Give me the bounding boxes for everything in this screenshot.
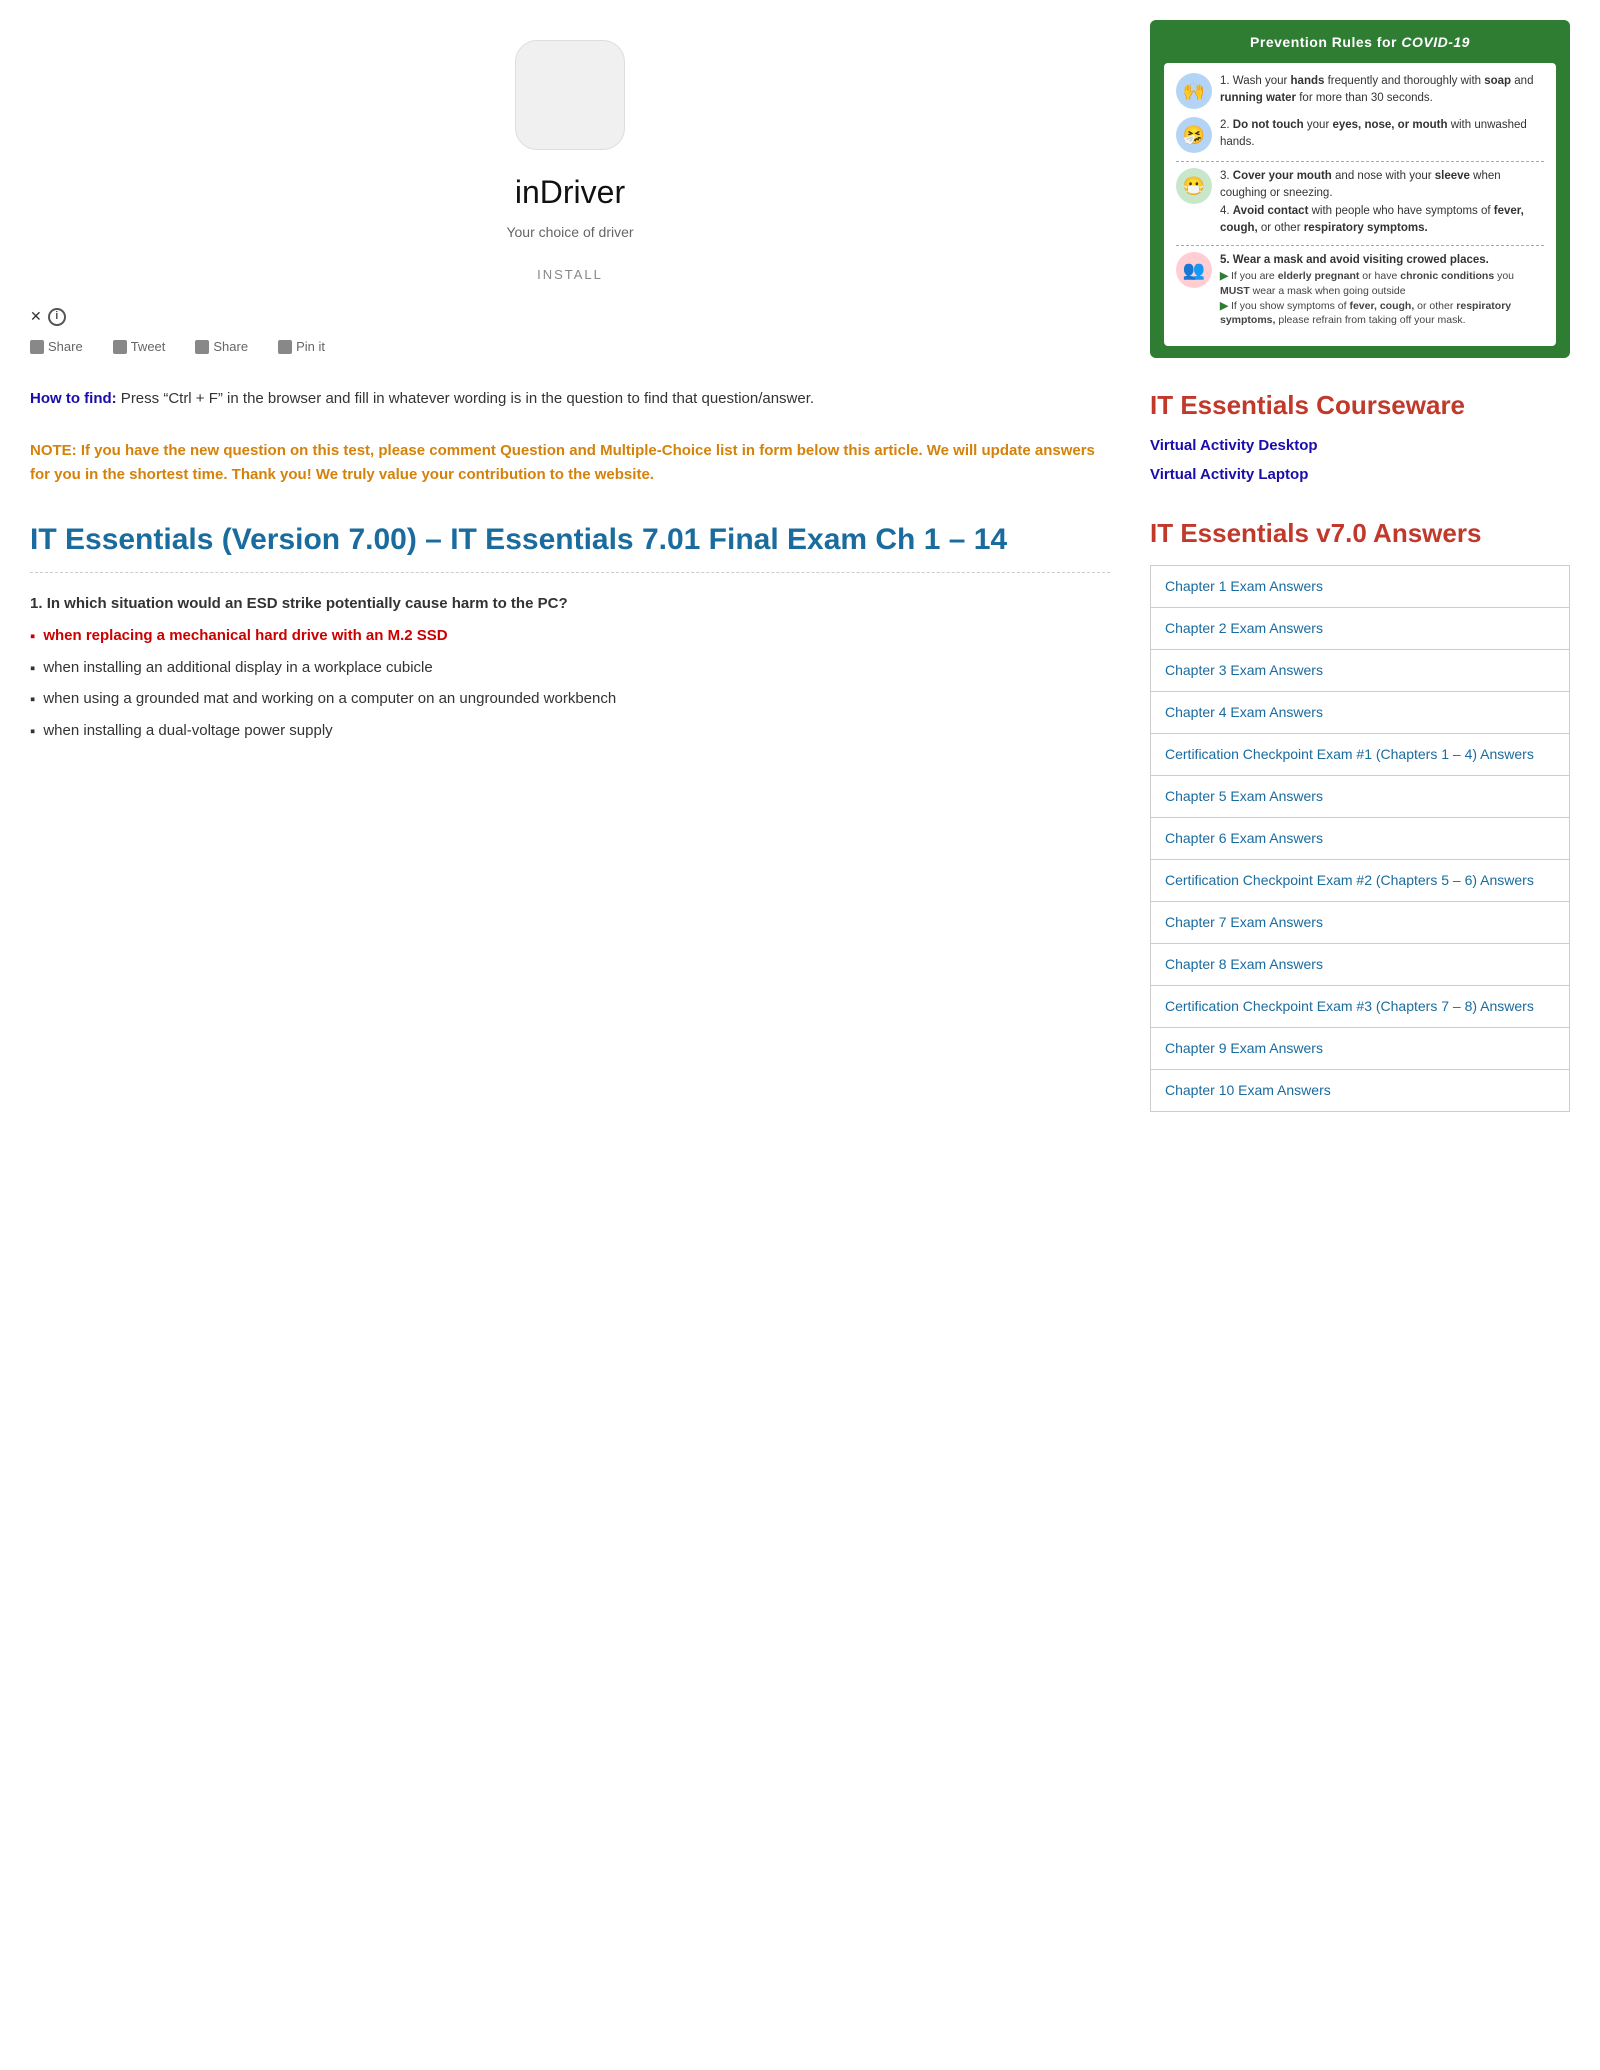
answer-1-3: when using a grounded mat and working on… [30,688,1110,712]
share-facebook-label: Share [48,337,83,357]
chapter-link-11[interactable]: Certification Checkpoint Exam #3 (Chapte… [1151,986,1570,1028]
covid-card: Prevention Rules for COVID-19 🙌 1. Wash … [1150,20,1570,358]
covid-rule-5: 👥 5. Wear a mask and avoid visiting crow… [1176,252,1544,328]
chapter-link-12[interactable]: Chapter 9 Exam Answers [1151,1028,1570,1070]
question-1-text: 1. In which situation would an ESD strik… [30,593,1110,616]
covid-rules: 🙌 1. Wash your hands frequently and thor… [1164,63,1556,346]
how-to-find-text: Press “Ctrl + F” in the browser and fill… [117,390,814,407]
share-linkedin-label: Share [213,337,248,357]
chapter-link-6[interactable]: Chapter 5 Exam Answers [1151,776,1570,818]
close-icon[interactable]: ✕ [30,306,42,327]
install-button[interactable]: INSTALL [537,267,603,282]
virtual-activity-desktop-link[interactable]: Virtual Activity Desktop [1150,435,1570,458]
info-icon[interactable]: i [48,308,66,326]
pinterest-icon [278,340,292,354]
answer-1-1-text: when replacing a mechanical hard drive w… [43,625,447,648]
covid-rule-2-text: 2. Do not touch your eyes, nose, or mout… [1220,117,1544,152]
share-twitter[interactable]: Tweet [113,337,166,357]
virtual-activity-laptop-link[interactable]: Virtual Activity Laptop [1150,464,1570,487]
app-card: inDriver Your choice of driver INSTALL [30,20,1110,306]
social-row: Share Tweet Share Pin it [30,337,1110,357]
answer-1-1: when replacing a mechanical hard drive w… [30,625,1110,649]
answer-1-2: when installing an additional display in… [30,657,1110,681]
twitter-icon [113,340,127,354]
chapter-link-2[interactable]: Chapter 2 Exam Answers [1151,608,1570,650]
question-1: 1. In which situation would an ESD strik… [30,593,1110,744]
note-block: NOTE: If you have the new question on th… [30,439,1110,487]
how-to-find-block: How to find: Press “Ctrl + F” in the bro… [30,387,1110,411]
covid-rule-2-img: 🤧 [1176,117,1212,153]
app-icon [515,40,625,150]
share-pinterest-label: Pin it [296,337,325,357]
app-name: inDriver [515,168,625,216]
share-linkedin[interactable]: Share [195,337,248,357]
covid-highlight: COVID-19 [1401,34,1470,50]
answers-title: IT Essentials v7.0 Answers [1150,514,1570,553]
share-twitter-label: Tweet [131,337,166,357]
chapter-link-10[interactable]: Chapter 8 Exam Answers [1151,944,1570,986]
answer-1-3-text: when using a grounded mat and working on… [43,688,616,711]
answer-1-4-text: when installing a dual-voltage power sup… [43,720,332,743]
covid-rule-2: 🤧 2. Do not touch your eyes, nose, or mo… [1176,117,1544,153]
covid-rule-1-text: 1. Wash your hands frequently and thorou… [1220,73,1544,108]
chapter-link-3[interactable]: Chapter 3 Exam Answers [1151,650,1570,692]
chapter-link-8[interactable]: Certification Checkpoint Exam #2 (Chapte… [1151,860,1570,902]
covid-rule-3-img: 😷 [1176,168,1212,204]
right-column: Prevention Rules for COVID-19 🙌 1. Wash … [1150,20,1570,1112]
covid-rule-1: 🙌 1. Wash your hands frequently and thor… [1176,73,1544,109]
covid-note: ▶ If you are elderly pregnant or have ch… [1220,269,1544,328]
covid-rule-1-img: 🙌 [1176,73,1212,109]
answers-section: IT Essentials v7.0 Answers Chapter 1 Exa… [1150,514,1570,1112]
app-tagline: Your choice of driver [506,222,633,243]
courseware-section: IT Essentials Courseware Virtual Activit… [1150,386,1570,486]
answer-1-2-text: when installing an additional display in… [43,657,432,680]
left-column: inDriver Your choice of driver INSTALL ✕… [30,20,1110,1112]
covid-rule-5-text: 5. Wear a mask and avoid visiting crowed… [1220,252,1544,328]
facebook-icon [30,340,44,354]
close-info-row: ✕ i [30,306,1110,327]
covid-rule-3: 😷 3. Cover your mouth and nose with your… [1176,168,1544,237]
question-1-body: In which situation would an ESD strike p… [47,595,568,612]
answers-table: Chapter 1 Exam AnswersChapter 2 Exam Ans… [1150,565,1570,1112]
chapter-link-7[interactable]: Chapter 6 Exam Answers [1151,818,1570,860]
chapter-link-13[interactable]: Chapter 10 Exam Answers [1151,1070,1570,1112]
covid-rule-3-text: 3. Cover your mouth and nose with your s… [1220,168,1544,237]
chapter-link-4[interactable]: Chapter 4 Exam Answers [1151,692,1570,734]
courseware-title: IT Essentials Courseware [1150,386,1570,425]
chapter-link-5[interactable]: Certification Checkpoint Exam #1 (Chapte… [1151,734,1570,776]
page-wrapper: inDriver Your choice of driver INSTALL ✕… [0,0,1600,1132]
chapter-link-1[interactable]: Chapter 1 Exam Answers [1151,566,1570,608]
answer-list-1: when replacing a mechanical hard drive w… [30,625,1110,743]
share-pinterest[interactable]: Pin it [278,337,325,357]
how-to-find-label: How to find: [30,390,117,407]
main-heading: IT Essentials (Version 7.00) – IT Essent… [30,517,1110,573]
answer-1-4: when installing a dual-voltage power sup… [30,720,1110,744]
share-facebook[interactable]: Share [30,337,83,357]
chapter-link-9[interactable]: Chapter 7 Exam Answers [1151,902,1570,944]
covid-rule-5-img: 👥 [1176,252,1212,288]
linkedin-icon [195,340,209,354]
covid-title: Prevention Rules for COVID-19 [1164,32,1556,53]
